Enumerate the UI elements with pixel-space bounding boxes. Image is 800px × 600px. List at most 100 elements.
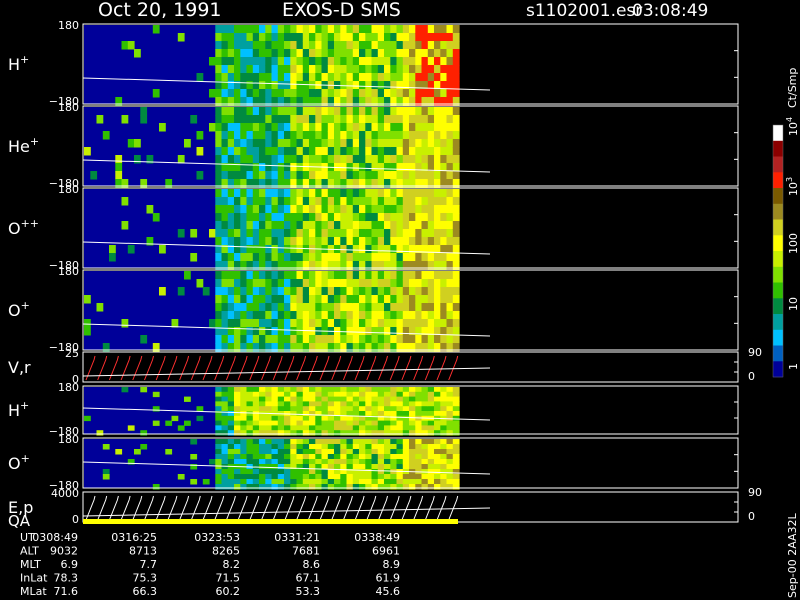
heat-cell	[440, 279, 448, 288]
colorbar-swatch	[773, 172, 783, 189]
heat-cell	[409, 73, 416, 82]
heat-cell	[446, 469, 454, 475]
heat-cell	[359, 25, 366, 34]
heat-cell	[309, 287, 316, 296]
heat-cell	[240, 311, 248, 320]
heat-cell	[327, 49, 335, 58]
heat-cell	[421, 401, 429, 407]
heat-cell	[252, 335, 260, 344]
heat-cell	[421, 205, 429, 214]
heat-cell	[384, 131, 391, 140]
heat-cell	[84, 295, 91, 304]
panel-label: V,r	[8, 358, 31, 377]
heat-cell	[290, 139, 298, 148]
heat-cell	[284, 41, 291, 50]
heat-cell	[315, 229, 323, 238]
heat-cell	[440, 115, 448, 124]
heat-cell	[365, 139, 373, 148]
heat-cell	[427, 205, 435, 214]
heat-cell	[384, 420, 391, 426]
heat-cell	[396, 391, 404, 398]
heat-cell	[215, 65, 223, 74]
heat-cell	[227, 454, 235, 460]
heat-cell	[377, 420, 385, 426]
heat-cell	[390, 229, 398, 238]
ephemeris-cell: 9032	[50, 545, 78, 558]
heat-cell	[365, 484, 373, 490]
heat-cell	[452, 391, 460, 398]
heat-cell	[359, 155, 366, 164]
heat-cell	[446, 271, 454, 280]
heat-cell	[427, 147, 435, 156]
heat-cell	[434, 454, 441, 460]
heat-cell	[277, 73, 285, 82]
heat-cell	[352, 396, 360, 402]
heat-cell	[409, 131, 416, 140]
heat-cell	[290, 57, 298, 66]
heat-cell	[227, 229, 235, 238]
heat-cell	[409, 65, 416, 74]
heat-cell	[421, 303, 429, 312]
heat-cell	[290, 425, 298, 431]
colorbar-swatch	[773, 314, 783, 331]
heat-cell	[352, 279, 360, 288]
heat-cell	[396, 49, 404, 58]
heat-cell	[277, 335, 285, 344]
heat-cell	[277, 454, 285, 460]
heat-cell	[340, 33, 348, 42]
heat-cell	[384, 439, 391, 445]
heat-cell	[334, 387, 341, 393]
heat-cell	[340, 425, 348, 431]
heat-cell	[302, 147, 310, 156]
heat-cell	[240, 115, 248, 124]
heat-cell	[284, 73, 291, 82]
heat-cell	[415, 115, 423, 124]
heat-cell	[165, 420, 173, 426]
heat-cell	[240, 131, 248, 140]
heat-cell	[402, 253, 410, 262]
heat-cell	[359, 411, 366, 417]
heat-cell	[315, 271, 323, 280]
heat-cell	[309, 387, 316, 393]
heat-cell	[352, 115, 360, 124]
heat-cell	[234, 73, 241, 82]
heat-cell	[440, 123, 448, 132]
heat-cell	[346, 449, 354, 455]
heat-cell	[121, 41, 129, 50]
heat-cell	[421, 439, 429, 445]
heat-cell	[277, 155, 285, 164]
heat-cell	[315, 425, 323, 431]
heat-cell	[377, 391, 385, 398]
heat-cell	[427, 213, 435, 222]
heat-cell	[140, 107, 148, 116]
heat-cell	[352, 57, 360, 66]
heat-cell	[265, 425, 273, 431]
heat-cell	[421, 474, 429, 480]
heat-cell	[409, 271, 416, 280]
heat-cell	[440, 454, 448, 460]
heat-cell	[134, 139, 141, 148]
heat-cell	[421, 89, 429, 98]
heat-cell	[259, 107, 266, 116]
heat-cell	[296, 387, 304, 393]
heat-cell	[302, 221, 310, 230]
heat-cell	[346, 197, 354, 206]
heat-cell	[415, 319, 423, 328]
heat-cell	[252, 41, 260, 50]
heat-cell	[327, 89, 335, 98]
heat-cell	[396, 335, 404, 344]
heat-cell	[371, 139, 379, 148]
heat-cell	[384, 49, 391, 58]
heat-cell	[421, 25, 429, 34]
heat-cell	[390, 65, 398, 74]
heat-cell	[396, 139, 404, 148]
heat-cell	[265, 81, 273, 90]
heat-cell	[446, 279, 454, 288]
heat-cell	[271, 221, 279, 230]
heat-cell	[240, 221, 248, 230]
heat-cell	[327, 41, 335, 50]
heat-cell	[427, 33, 435, 42]
heat-cell	[309, 459, 316, 465]
heat-cell	[452, 464, 460, 470]
heat-cell	[221, 396, 229, 402]
